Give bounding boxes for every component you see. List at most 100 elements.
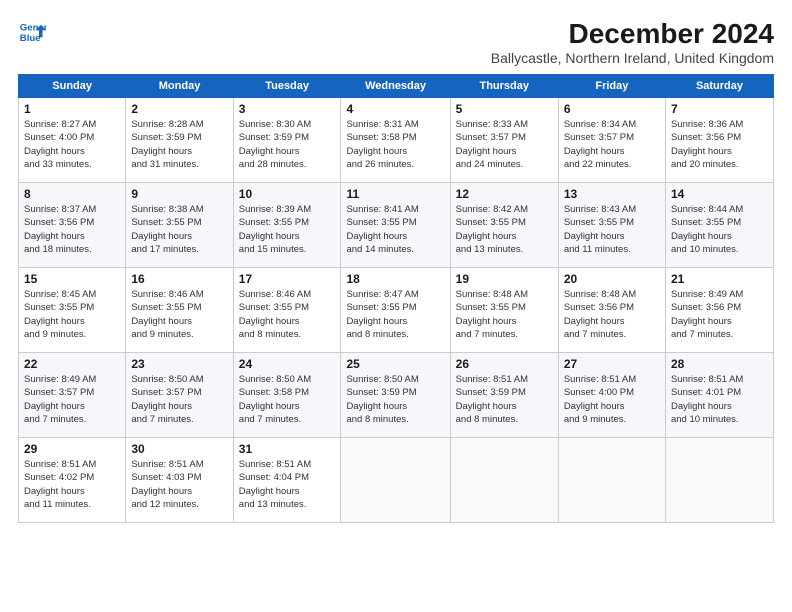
day-info: Sunrise: 8:50 AMSunset: 3:59 PMDaylight …	[346, 374, 418, 425]
day-number: 17	[239, 272, 336, 286]
day-number: 21	[671, 272, 768, 286]
day-number: 20	[564, 272, 660, 286]
day-info: Sunrise: 8:44 AMSunset: 3:55 PMDaylight …	[671, 204, 743, 255]
day-info: Sunrise: 8:31 AMSunset: 3:58 PMDaylight …	[346, 119, 418, 170]
table-row: 17 Sunrise: 8:46 AMSunset: 3:55 PMDaylig…	[233, 268, 341, 353]
table-row: 31 Sunrise: 8:51 AMSunset: 4:04 PMDaylig…	[233, 438, 341, 523]
table-row: 11 Sunrise: 8:41 AMSunset: 3:55 PMDaylig…	[341, 183, 450, 268]
table-row: 25 Sunrise: 8:50 AMSunset: 3:59 PMDaylig…	[341, 353, 450, 438]
table-row	[341, 438, 450, 523]
day-info: Sunrise: 8:51 AMSunset: 3:59 PMDaylight …	[456, 374, 528, 425]
table-row: 24 Sunrise: 8:50 AMSunset: 3:58 PMDaylig…	[233, 353, 341, 438]
header-sunday: Sunday	[19, 75, 126, 98]
header: General Blue December 2024 Ballycastle, …	[18, 18, 774, 66]
table-row: 28 Sunrise: 8:51 AMSunset: 4:01 PMDaylig…	[665, 353, 773, 438]
day-number: 4	[346, 102, 444, 116]
day-info: Sunrise: 8:27 AMSunset: 4:00 PMDaylight …	[24, 119, 96, 170]
header-monday: Monday	[126, 75, 233, 98]
calendar-header-row: Sunday Monday Tuesday Wednesday Thursday…	[19, 75, 774, 98]
day-info: Sunrise: 8:33 AMSunset: 3:57 PMDaylight …	[456, 119, 528, 170]
header-friday: Friday	[558, 75, 665, 98]
table-row: 19 Sunrise: 8:48 AMSunset: 3:55 PMDaylig…	[450, 268, 558, 353]
day-number: 9	[131, 187, 227, 201]
day-info: Sunrise: 8:49 AMSunset: 3:57 PMDaylight …	[24, 374, 96, 425]
day-info: Sunrise: 8:41 AMSunset: 3:55 PMDaylight …	[346, 204, 418, 255]
header-thursday: Thursday	[450, 75, 558, 98]
day-number: 14	[671, 187, 768, 201]
table-row: 30 Sunrise: 8:51 AMSunset: 4:03 PMDaylig…	[126, 438, 233, 523]
table-row: 27 Sunrise: 8:51 AMSunset: 4:00 PMDaylig…	[558, 353, 665, 438]
day-number: 16	[131, 272, 227, 286]
day-info: Sunrise: 8:46 AMSunset: 3:55 PMDaylight …	[131, 289, 203, 340]
table-row: 20 Sunrise: 8:48 AMSunset: 3:56 PMDaylig…	[558, 268, 665, 353]
header-saturday: Saturday	[665, 75, 773, 98]
header-wednesday: Wednesday	[341, 75, 450, 98]
day-info: Sunrise: 8:43 AMSunset: 3:55 PMDaylight …	[564, 204, 636, 255]
day-number: 22	[24, 357, 120, 371]
calendar-week-3: 22 Sunrise: 8:49 AMSunset: 3:57 PMDaylig…	[19, 353, 774, 438]
table-row: 10 Sunrise: 8:39 AMSunset: 3:55 PMDaylig…	[233, 183, 341, 268]
table-row: 3 Sunrise: 8:30 AMSunset: 3:59 PMDayligh…	[233, 98, 341, 183]
table-row: 14 Sunrise: 8:44 AMSunset: 3:55 PMDaylig…	[665, 183, 773, 268]
day-info: Sunrise: 8:50 AMSunset: 3:57 PMDaylight …	[131, 374, 203, 425]
page: General Blue December 2024 Ballycastle, …	[0, 0, 792, 612]
day-info: Sunrise: 8:49 AMSunset: 3:56 PMDaylight …	[671, 289, 743, 340]
day-info: Sunrise: 8:51 AMSunset: 4:04 PMDaylight …	[239, 459, 311, 510]
table-row: 5 Sunrise: 8:33 AMSunset: 3:57 PMDayligh…	[450, 98, 558, 183]
table-row: 7 Sunrise: 8:36 AMSunset: 3:56 PMDayligh…	[665, 98, 773, 183]
day-number: 15	[24, 272, 120, 286]
logo: General Blue	[18, 18, 46, 46]
table-row: 4 Sunrise: 8:31 AMSunset: 3:58 PMDayligh…	[341, 98, 450, 183]
day-number: 1	[24, 102, 120, 116]
table-row: 13 Sunrise: 8:43 AMSunset: 3:55 PMDaylig…	[558, 183, 665, 268]
day-number: 8	[24, 187, 120, 201]
day-info: Sunrise: 8:38 AMSunset: 3:55 PMDaylight …	[131, 204, 203, 255]
table-row: 1 Sunrise: 8:27 AMSunset: 4:00 PMDayligh…	[19, 98, 126, 183]
day-number: 13	[564, 187, 660, 201]
day-number: 12	[456, 187, 553, 201]
day-info: Sunrise: 8:47 AMSunset: 3:55 PMDaylight …	[346, 289, 418, 340]
table-row: 2 Sunrise: 8:28 AMSunset: 3:59 PMDayligh…	[126, 98, 233, 183]
day-info: Sunrise: 8:37 AMSunset: 3:56 PMDaylight …	[24, 204, 96, 255]
day-info: Sunrise: 8:28 AMSunset: 3:59 PMDaylight …	[131, 119, 203, 170]
calendar-week-4: 29 Sunrise: 8:51 AMSunset: 4:02 PMDaylig…	[19, 438, 774, 523]
day-number: 2	[131, 102, 227, 116]
day-info: Sunrise: 8:48 AMSunset: 3:55 PMDaylight …	[456, 289, 528, 340]
logo-icon: General Blue	[18, 18, 46, 46]
day-number: 18	[346, 272, 444, 286]
table-row: 16 Sunrise: 8:46 AMSunset: 3:55 PMDaylig…	[126, 268, 233, 353]
table-row	[558, 438, 665, 523]
day-info: Sunrise: 8:46 AMSunset: 3:55 PMDaylight …	[239, 289, 311, 340]
calendar-week-2: 15 Sunrise: 8:45 AMSunset: 3:55 PMDaylig…	[19, 268, 774, 353]
day-info: Sunrise: 8:30 AMSunset: 3:59 PMDaylight …	[239, 119, 311, 170]
day-info: Sunrise: 8:51 AMSunset: 4:03 PMDaylight …	[131, 459, 203, 510]
table-row: 23 Sunrise: 8:50 AMSunset: 3:57 PMDaylig…	[126, 353, 233, 438]
table-row: 15 Sunrise: 8:45 AMSunset: 3:55 PMDaylig…	[19, 268, 126, 353]
table-row: 8 Sunrise: 8:37 AMSunset: 3:56 PMDayligh…	[19, 183, 126, 268]
day-info: Sunrise: 8:45 AMSunset: 3:55 PMDaylight …	[24, 289, 96, 340]
day-number: 27	[564, 357, 660, 371]
day-number: 5	[456, 102, 553, 116]
table-row: 18 Sunrise: 8:47 AMSunset: 3:55 PMDaylig…	[341, 268, 450, 353]
day-number: 10	[239, 187, 336, 201]
calendar-week-1: 8 Sunrise: 8:37 AMSunset: 3:56 PMDayligh…	[19, 183, 774, 268]
calendar-table: Sunday Monday Tuesday Wednesday Thursday…	[18, 74, 774, 523]
day-info: Sunrise: 8:36 AMSunset: 3:56 PMDaylight …	[671, 119, 743, 170]
day-info: Sunrise: 8:51 AMSunset: 4:02 PMDaylight …	[24, 459, 96, 510]
table-row: 9 Sunrise: 8:38 AMSunset: 3:55 PMDayligh…	[126, 183, 233, 268]
day-number: 29	[24, 442, 120, 456]
day-info: Sunrise: 8:48 AMSunset: 3:56 PMDaylight …	[564, 289, 636, 340]
day-number: 31	[239, 442, 336, 456]
subtitle: Ballycastle, Northern Ireland, United Ki…	[491, 50, 774, 66]
day-info: Sunrise: 8:51 AMSunset: 4:01 PMDaylight …	[671, 374, 743, 425]
day-info: Sunrise: 8:42 AMSunset: 3:55 PMDaylight …	[456, 204, 528, 255]
day-number: 11	[346, 187, 444, 201]
day-number: 6	[564, 102, 660, 116]
day-info: Sunrise: 8:50 AMSunset: 3:58 PMDaylight …	[239, 374, 311, 425]
day-number: 28	[671, 357, 768, 371]
day-number: 30	[131, 442, 227, 456]
table-row: 6 Sunrise: 8:34 AMSunset: 3:57 PMDayligh…	[558, 98, 665, 183]
calendar-week-0: 1 Sunrise: 8:27 AMSunset: 4:00 PMDayligh…	[19, 98, 774, 183]
svg-text:Blue: Blue	[20, 33, 41, 44]
main-title: December 2024	[491, 18, 774, 50]
